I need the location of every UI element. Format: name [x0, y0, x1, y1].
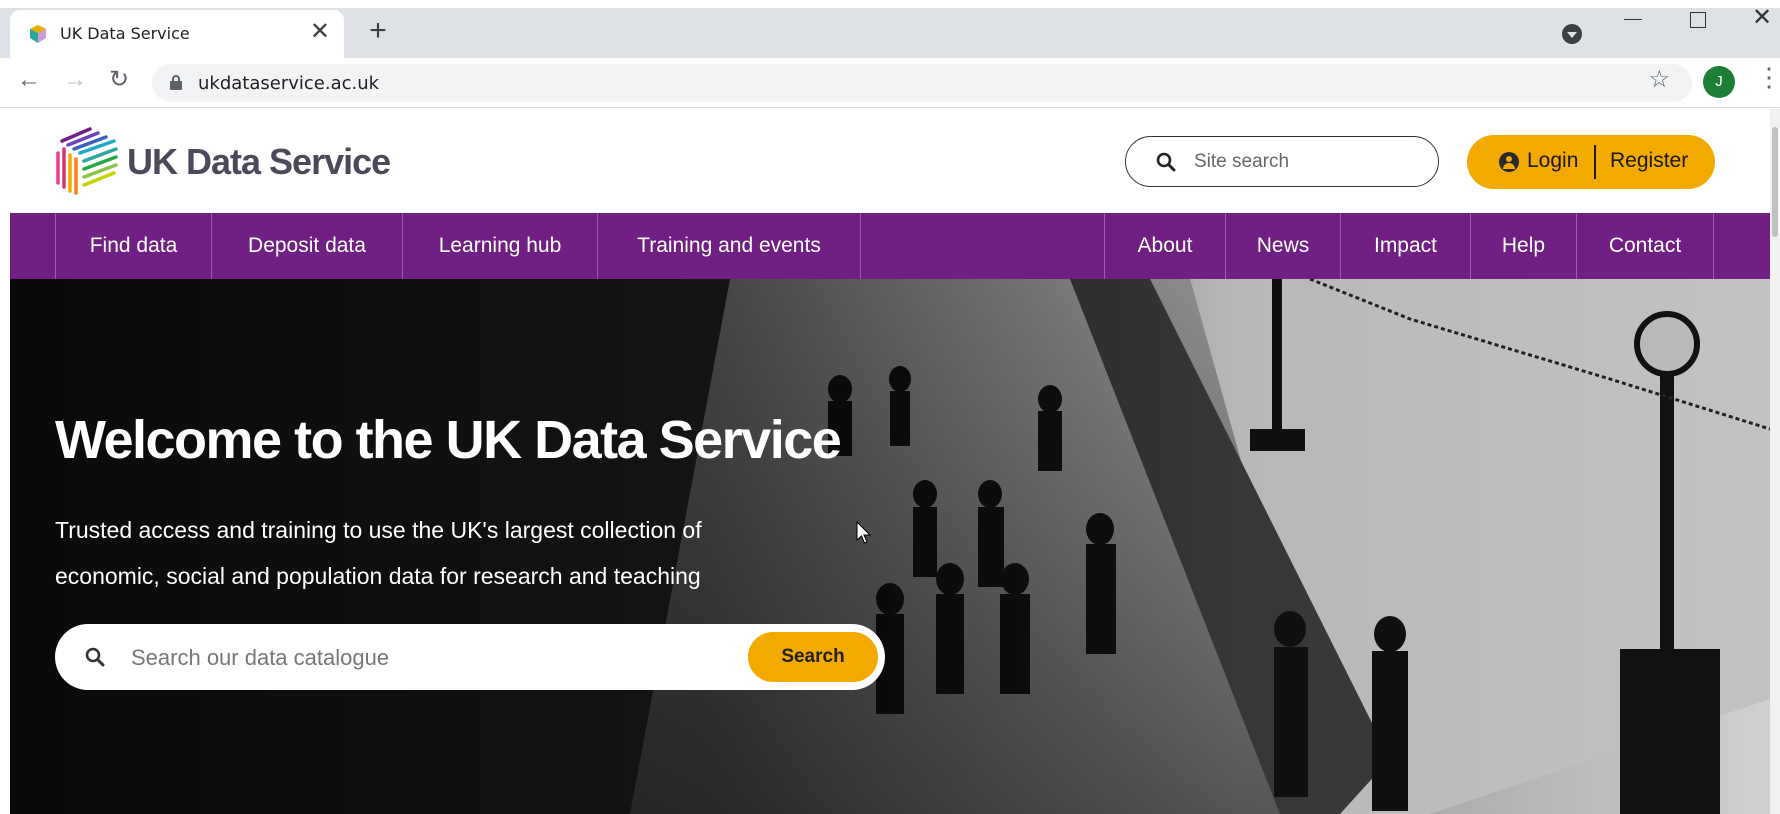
- hero-title: Welcome to the UK Data Service: [55, 410, 842, 470]
- plus-icon[interactable]: +: [364, 16, 392, 46]
- search-icon: [1156, 152, 1176, 172]
- profile-avatar[interactable]: J: [1703, 66, 1735, 98]
- nav-item-impact[interactable]: Impact: [1340, 213, 1470, 279]
- catalogue-search-input[interactable]: [131, 644, 701, 672]
- register-button[interactable]: Register: [1610, 149, 1688, 173]
- auth-buttons: Login Register: [1467, 135, 1715, 189]
- reload-icon[interactable]: ↻: [104, 68, 134, 92]
- scrollbar-thumb[interactable]: [1772, 127, 1778, 237]
- tab-search-icon[interactable]: [1562, 24, 1582, 44]
- site-header: UK Data Service Login Register: [10, 109, 1770, 213]
- url-text[interactable]: ukdataservice.ac.uk: [198, 73, 379, 94]
- favicon-icon: [30, 25, 46, 43]
- hero-subtitle: Trusted access and training to use the U…: [55, 507, 835, 599]
- browser-toolbar: ← → ↻ ukdataservice.ac.uk ☆: [0, 58, 1780, 108]
- page-viewport: UK Data Service Login Register Find data…: [10, 109, 1770, 814]
- browser-tab[interactable]: UK Data Service ✕: [10, 10, 344, 58]
- search-icon: [85, 647, 105, 667]
- maximize-icon[interactable]: [1690, 12, 1706, 28]
- nav-item-about[interactable]: About: [1104, 213, 1225, 279]
- login-button[interactable]: Login: [1527, 149, 1578, 173]
- uk-data-service-logo-icon[interactable]: [52, 125, 122, 197]
- nav-item-deposit-data[interactable]: Deposit data: [211, 213, 402, 279]
- address-bar[interactable]: ukdataservice.ac.uk ☆: [152, 64, 1692, 102]
- nav-item-find-data[interactable]: Find data: [55, 213, 211, 279]
- arrow-right-icon[interactable]: →: [60, 68, 90, 92]
- main-nav: Find data Deposit data Learning hub Trai…: [10, 213, 1770, 279]
- hero-subtitle-line-1: Trusted access and training to use the U…: [55, 517, 702, 543]
- nav-item-help[interactable]: Help: [1470, 213, 1576, 279]
- mouse-cursor-icon: [856, 521, 872, 544]
- arrow-left-icon[interactable]: ←: [14, 68, 44, 92]
- hero-subtitle-line-2: economic, social and population data for…: [55, 563, 701, 589]
- site-search-input[interactable]: [1194, 149, 1414, 175]
- close-icon[interactable]: ✕: [310, 20, 330, 44]
- site-search[interactable]: [1125, 136, 1439, 187]
- star-icon[interactable]: ☆: [1648, 68, 1670, 92]
- tab-strip: UK Data Service ✕ + ✕: [0, 0, 1780, 58]
- hero-banner: Welcome to the UK Data Service Trusted a…: [10, 279, 1770, 814]
- lock-icon[interactable]: [170, 75, 182, 90]
- catalogue-search: Search: [55, 624, 885, 690]
- user-circle-icon: [1499, 152, 1519, 172]
- more-vert-icon[interactable]: ⋮: [1756, 64, 1780, 90]
- logo-text[interactable]: UK Data Service: [127, 141, 391, 183]
- window-close-icon[interactable]: ✕: [1752, 6, 1772, 30]
- nav-item-news[interactable]: News: [1225, 213, 1340, 279]
- page-scrollbar[interactable]: [1770, 109, 1780, 814]
- tabstrip-top: [0, 0, 1780, 8]
- catalogue-search-button[interactable]: Search: [748, 632, 878, 682]
- nav-item-learning-hub[interactable]: Learning hub: [402, 213, 597, 279]
- tab-title: UK Data Service: [60, 24, 190, 43]
- auth-divider: [1594, 145, 1596, 179]
- nav-item-contact[interactable]: Contact: [1576, 213, 1714, 279]
- browser-window: UK Data Service ✕ + ✕ ← → ↻ ukdataservic…: [0, 0, 1780, 814]
- minimize-icon[interactable]: [1624, 10, 1642, 20]
- nav-item-training-and-events[interactable]: Training and events: [597, 213, 861, 279]
